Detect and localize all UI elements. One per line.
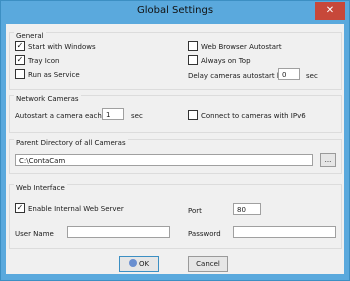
ok-button[interactable]: OK [119,256,159,272]
always-on-top-checkbox[interactable]: Always on Top [188,55,251,66]
start-with-windows-checkbox[interactable]: ✓ Start with Windows [15,41,96,52]
web-browser-autostart-checkbox[interactable]: Web Browser Autostart [188,41,282,52]
port-label: Port [188,207,202,215]
checkmark-icon: ✓ [15,55,25,65]
autostart-unit-label: sec [131,112,143,120]
dialog-client-area: General ✓ Start with Windows ✓ Tray Icon R… [6,24,344,274]
run-as-service-label: Run as Service [28,71,80,79]
network-cameras-group-title: Network Cameras [14,95,81,103]
ipv6-checkbox[interactable]: Connect to cameras with IPv6 [188,110,306,121]
network-cameras-group: Network Cameras Autostart a camera each … [9,95,342,133]
delay-unit-label: sec [306,72,318,80]
tray-icon-label: Tray Icon [28,57,60,65]
run-as-service-checkbox[interactable]: Run as Service [15,69,80,80]
delay-autostart-input[interactable]: 0 [278,68,300,80]
checkbox-box [188,55,198,65]
username-label: User Name [15,230,54,238]
checkbox-box [188,110,198,120]
web-browser-autostart-label: Web Browser Autostart [201,43,282,51]
web-interface-group: Web Interface ✓ Enable Internal Web Serve… [9,184,342,249]
close-button[interactable]: ✕ [315,2,345,20]
parent-directory-input[interactable]: C:\ContaCam [15,154,313,166]
web-interface-group-title: Web Interface [14,184,67,192]
tray-icon-checkbox[interactable]: ✓ Tray Icon [15,55,60,66]
checkmark-icon: ✓ [15,41,25,51]
shield-icon [128,259,137,267]
password-label: Password [188,230,221,238]
global-settings-window: Global Settings ✕ General ✓ Start with Wi… [0,0,350,281]
enable-web-server-label: Enable Internal Web Server [28,205,124,213]
general-group: General ✓ Start with Windows ✓ Tray Icon R… [9,32,342,90]
window-title: Global Settings [136,5,214,16]
delay-autostart-label: Delay cameras autostart by [188,72,286,80]
checkmark-icon: ✓ [15,203,25,213]
start-with-windows-label: Start with Windows [28,43,96,51]
checkbox-box [15,69,25,79]
parent-directory-group-title: Parent Directory of all Cameras [14,139,128,147]
ok-button-label: OK [138,260,150,268]
username-input[interactable] [67,226,170,238]
password-input[interactable] [233,226,336,238]
autostart-each-label: Autostart a camera each [15,112,102,120]
title-bar[interactable]: Global Settings ✕ [1,1,349,23]
close-icon: ✕ [325,5,335,16]
enable-web-server-checkbox[interactable]: ✓ Enable Internal Web Server [15,203,124,214]
checkbox-box [188,41,198,51]
ipv6-label: Connect to cameras with IPv6 [201,112,306,120]
cancel-button[interactable]: Cancel [188,256,228,272]
parent-directory-group: Parent Directory of all Cameras C:\Conta… [9,139,342,174]
autostart-each-input[interactable]: 1 [102,108,124,120]
general-group-title: General [14,32,46,40]
port-input[interactable]: 80 [233,203,261,215]
always-on-top-label: Always on Top [201,57,251,65]
browse-button[interactable]: ... [320,153,336,167]
